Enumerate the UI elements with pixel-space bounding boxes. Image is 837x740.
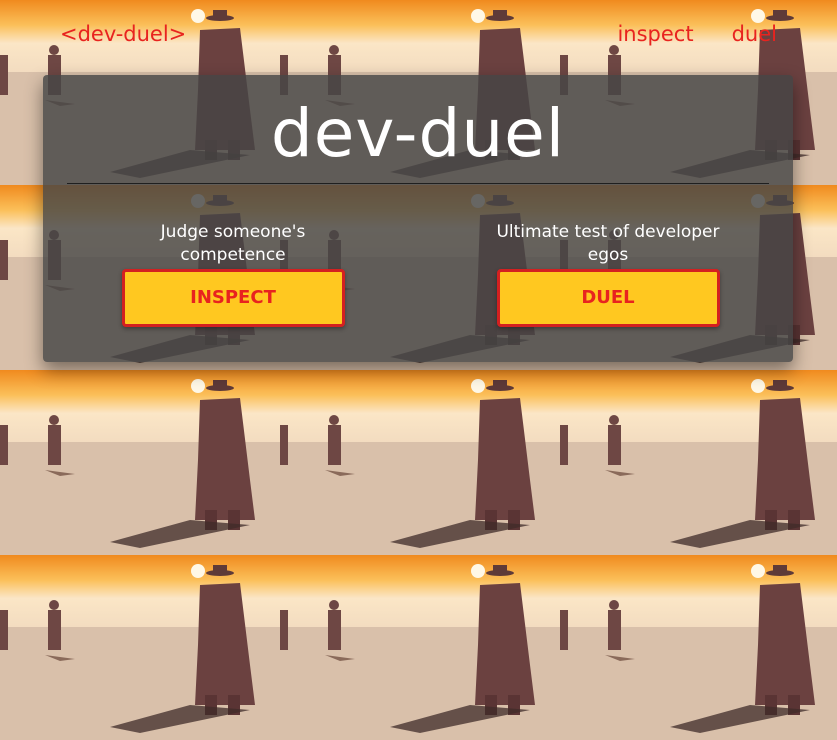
nav-link-inspect[interactable]: inspect	[617, 22, 693, 46]
top-nav: inspect duel	[617, 22, 777, 46]
duel-button[interactable]: DUEL	[496, 269, 720, 327]
inspect-description: Judge someone's competence	[160, 222, 306, 265]
duel-description: Ultimate test of developer egos	[496, 222, 720, 265]
inspect-button[interactable]: INSPECT	[121, 269, 345, 327]
inspect-column: Judge someone's competence INSPECT	[118, 221, 348, 327]
brand-link[interactable]: <dev-duel>	[60, 22, 186, 46]
page-title: dev-duel	[270, 95, 566, 172]
duel-column: Ultimate test of developer egos DUEL	[493, 221, 723, 327]
nav-link-duel[interactable]: duel	[732, 22, 777, 46]
divider	[67, 183, 769, 184]
hero-panel: dev-duel Judge someone's competence INSP…	[43, 75, 793, 362]
